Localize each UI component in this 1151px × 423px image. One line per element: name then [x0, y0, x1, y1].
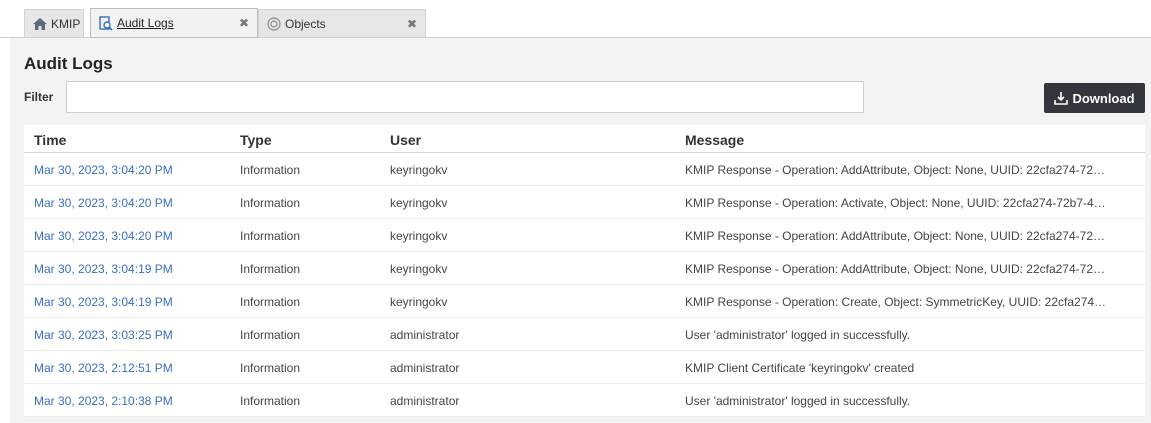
row-type: Information — [240, 394, 301, 408]
row-message: KMIP Response - Operation: AddAttribute,… — [685, 262, 1105, 276]
row-message: KMIP Response - Operation: Create, Objec… — [685, 295, 1107, 309]
tab-audit-logs[interactable]: Audit Logs ✖ — [90, 8, 258, 38]
row-message: KMIP Client Certificate 'keyringokv' cre… — [685, 361, 915, 375]
row-message: User 'administrator' logged in successfu… — [685, 328, 911, 342]
table-body: Mar 30, 2023, 3:04:20 PM Information keyri… — [24, 153, 1145, 417]
row-time-link[interactable]: Mar 30, 2023, 2:10:38 PM — [34, 394, 224, 408]
page-title: Audit Logs — [24, 54, 113, 73]
row-message: KMIP Response - Operation: AddAttribute,… — [685, 163, 1105, 177]
download-icon — [1054, 91, 1069, 105]
tab-objects[interactable]: Objects ✖ — [258, 9, 426, 38]
row-time-link[interactable]: Mar 30, 2023, 3:04:19 PM — [34, 262, 224, 276]
table-header: Time Type User Message — [24, 125, 1145, 153]
row-time-link[interactable]: Mar 30, 2023, 3:04:19 PM — [34, 295, 224, 309]
row-time-link[interactable]: Mar 30, 2023, 3:04:20 PM — [34, 229, 224, 243]
row-user: administrator — [390, 328, 460, 342]
row-time-link[interactable]: Mar 30, 2023, 3:04:20 PM — [34, 196, 224, 210]
row-user: administrator — [390, 361, 460, 375]
download-button-label: Download — [1072, 90, 1135, 106]
table-row[interactable]: Mar 30, 2023, 3:04:20 PM Information keyri… — [24, 186, 1145, 219]
download-button[interactable]: Download — [1044, 83, 1145, 113]
table-row[interactable]: Mar 30, 2023, 3:04:20 PM Information keyri… — [24, 153, 1145, 186]
row-type: Information — [240, 196, 301, 210]
row-type: Information — [240, 328, 301, 342]
audit-log-table: Time Type User Message Mar 30, 2023, 3:0… — [24, 125, 1145, 417]
table-row[interactable]: Mar 30, 2023, 3:04:19 PM Information keyri… — [24, 285, 1145, 318]
tab-kmip-label: KMIP — [51, 17, 81, 31]
tab-kmip[interactable]: KMIP — [24, 9, 84, 38]
row-time-link[interactable]: Mar 30, 2023, 3:03:25 PM — [34, 328, 224, 342]
row-type: Information — [240, 229, 301, 243]
tab-strip: KMIP Audit Logs ✖ Objects ✖ — [0, 0, 1151, 38]
row-user: administrator — [390, 394, 460, 408]
table-row[interactable]: Mar 30, 2023, 2:10:38 PM Information admin… — [24, 384, 1145, 417]
filter-label: Filter — [24, 90, 54, 104]
table-row[interactable]: Mar 30, 2023, 2:12:51 PM Information admin… — [24, 351, 1145, 384]
table-row[interactable]: Mar 30, 2023, 3:04:20 PM Information keyri… — [24, 219, 1145, 252]
home-icon — [33, 18, 47, 30]
table-row[interactable]: Mar 30, 2023, 3:03:25 PM Information admin… — [24, 318, 1145, 351]
close-icon[interactable]: ✖ — [407, 17, 417, 31]
objects-icon — [267, 17, 281, 31]
filter-input[interactable] — [66, 81, 864, 113]
row-type: Information — [240, 295, 301, 309]
table-row[interactable]: Mar 30, 2023, 3:04:19 PM Information keyri… — [24, 252, 1145, 285]
row-time-link[interactable]: Mar 30, 2023, 2:12:51 PM — [34, 361, 224, 375]
close-icon[interactable]: ✖ — [239, 16, 249, 30]
row-message: KMIP Response - Operation: Activate, Obj… — [685, 196, 1106, 210]
row-type: Information — [240, 163, 301, 177]
row-type: Information — [240, 262, 301, 276]
row-message: User 'administrator' logged in successfu… — [685, 394, 911, 408]
tab-objects-label: Objects — [285, 17, 326, 31]
row-user: keyringokv — [390, 262, 448, 276]
log-search-icon — [99, 15, 113, 31]
column-header-time[interactable]: Time — [34, 132, 224, 148]
row-time-link[interactable]: Mar 30, 2023, 3:04:20 PM — [34, 163, 224, 177]
row-user: keyringokv — [390, 229, 448, 243]
row-user: keyringokv — [390, 163, 448, 177]
audit-logs-panel: Audit Logs Filter Download Time Type Use… — [10, 38, 1151, 423]
row-message: KMIP Response - Operation: AddAttribute,… — [685, 229, 1105, 243]
column-header-message[interactable]: Message — [685, 132, 1120, 148]
row-user: keyringokv — [390, 196, 448, 210]
column-header-user[interactable]: User — [390, 132, 660, 148]
column-header-type[interactable]: Type — [240, 132, 380, 148]
tab-audit-logs-label: Audit Logs — [117, 16, 174, 30]
row-user: keyringokv — [390, 295, 448, 309]
row-type: Information — [240, 361, 301, 375]
